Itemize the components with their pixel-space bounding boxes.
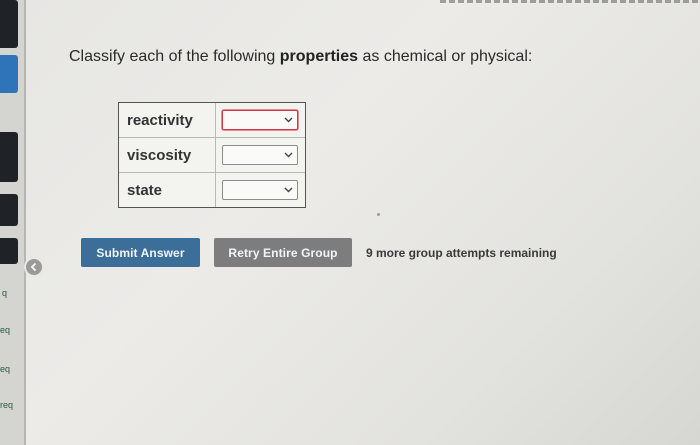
chevron-down-icon [284, 152, 293, 158]
sidebar-label[interactable]: eq [0, 364, 10, 374]
table-row: viscosity [119, 137, 305, 172]
screen: q eq eq req Classify each of the followi… [0, 0, 700, 445]
property-cell [216, 103, 305, 137]
sidebar-label[interactable]: q [2, 288, 7, 298]
attempts-remaining-text: 9 more group attempts remaining [366, 246, 557, 260]
table-row: reactivity [119, 103, 305, 137]
property-label: reactivity [119, 103, 216, 137]
retry-entire-group-button[interactable]: Retry Entire Group [214, 238, 352, 267]
sidebar-tab-active[interactable] [0, 55, 18, 93]
prompt-prefix: Classify each of the following [69, 48, 280, 65]
property-select-reactivity[interactable] [222, 110, 298, 130]
submit-answer-button[interactable]: Submit Answer [81, 238, 200, 267]
collapse-sidebar-button[interactable] [24, 257, 44, 277]
sidebar-tab[interactable] [0, 0, 18, 48]
property-select-viscosity[interactable] [222, 145, 298, 165]
prompt-suffix: as chemical or physical: [358, 48, 533, 65]
question-prompt: Classify each of the following propertie… [69, 48, 532, 66]
prompt-bold: properties [279, 48, 359, 65]
property-cell [216, 138, 305, 172]
chevron-down-icon [284, 187, 293, 193]
chevron-down-icon [284, 117, 293, 123]
property-cell [216, 173, 305, 207]
sidebar-tab[interactable] [0, 132, 18, 182]
top-bezel [440, 0, 700, 3]
sidebar-tab[interactable] [0, 194, 18, 226]
sidebar-tab[interactable] [0, 238, 18, 264]
sidebar-label[interactable]: eq [0, 325, 10, 335]
properties-table: reactivity viscosity state [118, 102, 306, 208]
chevron-left-icon [30, 262, 37, 272]
screen-speck [377, 213, 380, 216]
left-sidebar: q eq eq req [0, 0, 26, 445]
property-label: state [119, 173, 216, 207]
property-label: viscosity [119, 138, 216, 172]
table-row: state [119, 172, 305, 207]
sidebar-label[interactable]: req [0, 400, 13, 410]
property-select-state[interactable] [222, 180, 298, 200]
